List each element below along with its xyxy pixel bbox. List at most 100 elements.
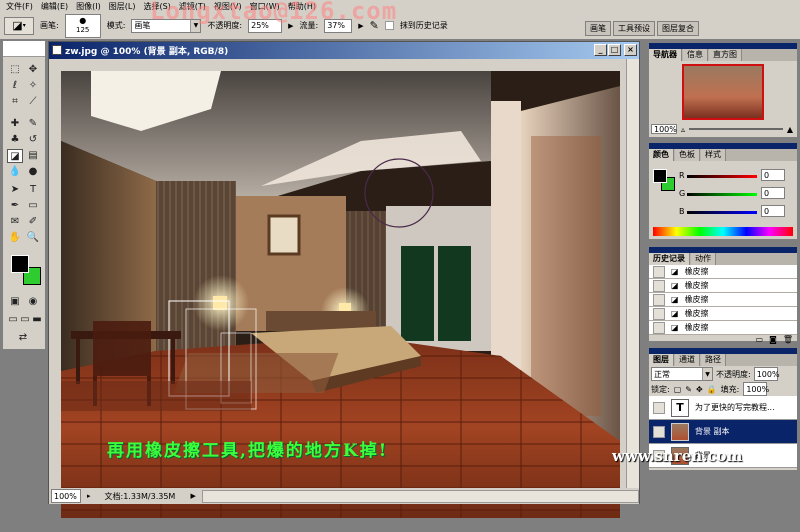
menu-file[interactable]: 文件(F)	[6, 1, 33, 12]
layer-row[interactable]: T 为了更快的写完教程...	[649, 396, 797, 420]
tab-actions[interactable]: 动作	[691, 253, 716, 265]
history-item[interactable]: ◪ 橡皮擦	[649, 293, 797, 307]
brush-tool-icon[interactable]: ✎	[25, 117, 41, 131]
tab-channels[interactable]: 通道	[675, 354, 700, 366]
tab-layers[interactable]: 图层	[649, 354, 674, 366]
hand-tool-icon[interactable]: ✋	[7, 231, 23, 245]
healing-brush-tool-icon[interactable]: ✚	[7, 117, 23, 131]
eye-icon[interactable]	[653, 425, 665, 438]
history-item[interactable]: ◪ 橡皮擦	[649, 265, 797, 279]
palette-tab-tool-presets[interactable]: 工具预设	[613, 21, 655, 36]
shape-tool-icon[interactable]: ▭	[25, 199, 41, 213]
new-snapshot-icon[interactable]: ◙	[769, 335, 777, 345]
history-item[interactable]: ◪ 橡皮擦	[649, 321, 797, 335]
gradient-tool-icon[interactable]: ▤	[25, 149, 41, 163]
lasso-tool-icon[interactable]: ℓ	[7, 79, 23, 93]
move-tool-icon[interactable]: ✥	[25, 63, 41, 77]
color-ramp[interactable]	[653, 227, 793, 236]
fill-input[interactable]: 100%	[743, 382, 769, 396]
new-document-icon[interactable]: ▭	[756, 335, 764, 345]
history-footer: ▭ ◙ 🗑	[649, 335, 797, 345]
clone-stamp-tool-icon[interactable]: ♣	[7, 133, 23, 147]
palette-tab-brushes[interactable]: 画笔	[585, 21, 611, 36]
type-tool-icon[interactable]: T	[25, 183, 41, 197]
navigator-zoom-slider[interactable]	[689, 128, 783, 130]
vertical-scrollbar[interactable]	[626, 59, 639, 488]
status-menu-arrow[interactable]: ▶	[191, 492, 196, 500]
brush-dot-icon: ●	[79, 16, 87, 25]
menu-edit[interactable]: 编辑(E)	[41, 1, 68, 12]
b-label: B	[679, 207, 685, 216]
color-foreground-swatch[interactable]	[653, 169, 667, 183]
lock-all-icon[interactable]: 🔒	[707, 385, 717, 394]
tab-navigator[interactable]: 导航器	[649, 49, 682, 61]
tab-swatches[interactable]: 色板	[675, 149, 700, 161]
document-title-bar[interactable]: zw.jpg @ 100% (背景 副本, RGB/8) _ □ ×	[49, 42, 639, 59]
tab-histogram[interactable]: 直方图	[709, 49, 742, 61]
crop-tool-icon[interactable]: ⌗	[7, 95, 23, 109]
jump-to-imageready-icon[interactable]: ⇄	[15, 331, 31, 345]
b-slider[interactable]	[687, 211, 757, 214]
r-slider[interactable]	[687, 175, 757, 178]
blend-mode-select[interactable]: 正常 ▼	[651, 367, 713, 381]
history-brush-tool-icon[interactable]: ↺	[25, 133, 41, 147]
close-button[interactable]: ×	[624, 44, 637, 56]
marquee-tool-icon[interactable]: ⬚	[7, 63, 23, 77]
menu-layer[interactable]: 图层(L)	[109, 1, 136, 12]
tab-info[interactable]: 信息	[683, 49, 708, 61]
tab-history[interactable]: 历史记录	[649, 253, 690, 265]
chevron-down-icon: ▼	[702, 368, 712, 380]
tab-styles[interactable]: 样式	[701, 149, 726, 161]
eraser-tool-icon[interactable]: ◪	[7, 149, 23, 163]
history-snapshot-checkbox[interactable]	[653, 265, 665, 278]
status-menu-icon[interactable]: ▸	[87, 492, 91, 500]
blur-tool-icon[interactable]: 💧	[7, 165, 23, 179]
history-snapshot-checkbox[interactable]	[653, 279, 665, 292]
standard-mode-icon[interactable]: ▣	[7, 295, 23, 309]
zoom-field[interactable]: 100%	[51, 489, 81, 503]
history-snapshot-checkbox[interactable]	[653, 321, 665, 334]
minimize-button[interactable]: _	[594, 44, 607, 56]
pen-tool-icon[interactable]: ✒	[7, 199, 23, 213]
trash-icon[interactable]: 🗑	[783, 335, 793, 345]
quick-mask-icon[interactable]: ◉	[25, 295, 41, 309]
g-input[interactable]: 0	[761, 187, 785, 199]
dodge-tool-icon[interactable]: ●	[25, 165, 41, 179]
brush-picker[interactable]: ● 125	[64, 13, 101, 38]
history-snapshot-checkbox[interactable]	[653, 293, 665, 306]
layer-visibility-toggle[interactable]	[653, 401, 665, 414]
history-item[interactable]: ◪ 橡皮擦	[649, 279, 797, 293]
magic-wand-tool-icon[interactable]: ✧	[25, 79, 41, 93]
zoom-out-icon[interactable]: ▵	[681, 125, 685, 134]
zoom-in-icon[interactable]: ▲	[787, 125, 797, 134]
b-input[interactable]: 0	[761, 205, 785, 217]
layer-opacity-input[interactable]: 100%	[753, 367, 780, 381]
history-item[interactable]: ◪ 橡皮擦	[649, 307, 797, 321]
tab-paths[interactable]: 路径	[701, 354, 726, 366]
notes-tool-icon[interactable]: ✉	[7, 215, 23, 229]
menu-image[interactable]: 图像(I)	[76, 1, 101, 12]
layer-row-selected[interactable]: 背景 副本	[649, 420, 797, 444]
image-canvas[interactable]: 再用橡皮擦工具,把爆的地方K掉!	[61, 71, 620, 518]
screen-mode-full-icon[interactable]: ▬	[29, 313, 45, 327]
navigator-zoom-field[interactable]: 100%	[651, 124, 677, 134]
history-snapshot-checkbox[interactable]	[653, 307, 665, 320]
lock-label: 锁定:	[651, 384, 670, 394]
tool-preset-picker[interactable]: ◪ ▾	[4, 16, 34, 35]
tab-color[interactable]: 颜色	[649, 149, 674, 161]
r-input[interactable]: 0	[761, 169, 785, 181]
horizontal-scrollbar[interactable]	[201, 489, 639, 503]
palette-tab-layer-comps[interactable]: 图层复合	[657, 21, 699, 36]
lock-transparency-icon[interactable]: ▢	[674, 385, 682, 394]
zoom-tool-icon[interactable]: 🔍	[25, 231, 41, 245]
navigator-thumbnail[interactable]	[682, 64, 764, 120]
maximize-button[interactable]: □	[608, 44, 621, 56]
lock-position-icon[interactable]: ✥	[696, 385, 703, 394]
path-selection-tool-icon[interactable]: ➤	[7, 183, 23, 197]
lock-image-icon[interactable]: ✎	[685, 385, 692, 394]
history-item-label: 橡皮擦	[684, 309, 709, 318]
slice-tool-icon[interactable]: ⟋	[25, 95, 41, 109]
eyedropper-tool-icon[interactable]: ✐	[25, 215, 41, 229]
blend-mode-value: 正常	[654, 369, 670, 379]
g-slider[interactable]	[687, 193, 757, 196]
